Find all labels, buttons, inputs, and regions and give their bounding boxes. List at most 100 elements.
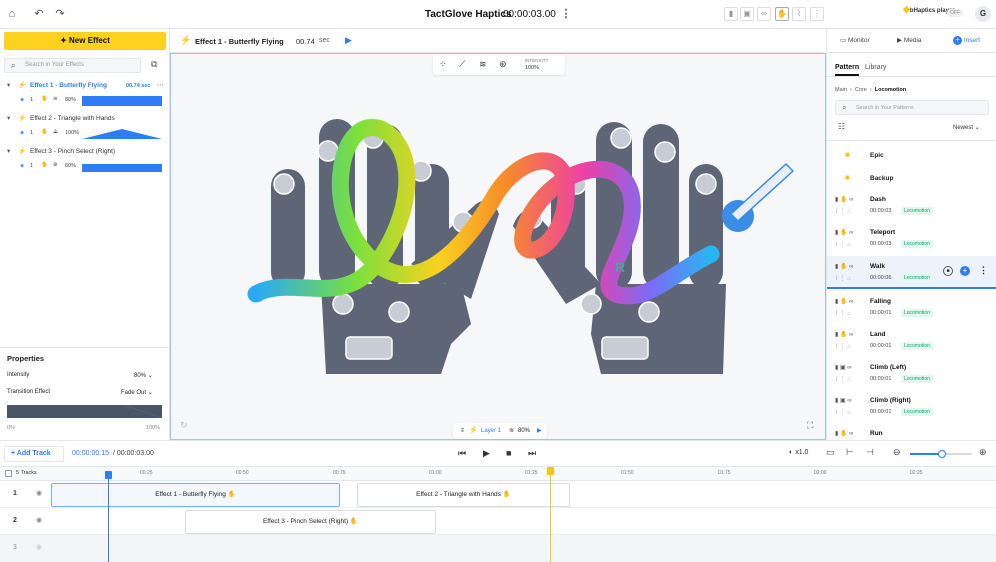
pattern-item[interactable]: ▮ ✋ ∞ ⌇ ⋮ ⌂ Land 00:00:01 Locomotion <box>827 324 996 357</box>
avatar[interactable]: G <box>975 6 991 22</box>
eye-icon[interactable]: ◉ <box>36 516 42 524</box>
timeline-clip[interactable]: Effect 1 - Butterfly Flying ✋ <box>51 483 340 507</box>
tab-insert[interactable]: + Insert <box>953 36 980 45</box>
collapse-icon[interactable]: ▾ <box>7 112 10 126</box>
snap-end-icon[interactable]: ⊣ <box>866 447 874 458</box>
effect-item[interactable]: ▾ ⚡ Effect 3 - Pinch Select (Right) <box>0 145 170 159</box>
playhead[interactable] <box>105 471 112 562</box>
fullscreen-icon[interactable]: ⛶ <box>807 420 813 431</box>
folder-item[interactable]: ■ Backup <box>827 166 996 189</box>
chevron-down-icon: ⌄ <box>147 390 153 396</box>
tab-media[interactable]: ▶ Media <box>897 36 922 44</box>
folder-item[interactable]: ■ Epic <box>827 143 996 166</box>
add-folder-icon[interactable]: ⧉ <box>151 59 157 70</box>
zoom-slider-handle[interactable] <box>938 450 946 458</box>
more-vertical-icon[interactable]: ⋮ <box>560 8 572 20</box>
select-all-checkbox[interactable] <box>5 470 12 477</box>
pattern-search[interactable]: ⌕ Search in Your Patterns <box>835 100 989 115</box>
effect-item[interactable]: ▾ ⚡ Effect 2 - Triangle with Hands <box>0 112 170 126</box>
timeline-ruler[interactable]: 5 Tracks 00:25 00:50 00:75 01:00 01:25 0… <box>0 467 996 481</box>
preview-icon[interactable]: ▭ <box>826 447 835 458</box>
category-badge: Locomotion <box>901 309 933 317</box>
layer-label: Layer 1 <box>481 428 502 434</box>
category-badge: Locomotion <box>901 207 933 215</box>
glove-canvas[interactable]: ⁘ ⟋ ≋ ⊛ INTENSITY 100% R ↻ ⛶ ⇕ ⚡ Layer 1… <box>170 53 826 440</box>
redo-icon[interactable]: ↷ <box>54 8 66 20</box>
layers-icon: ◈ <box>20 97 25 103</box>
top-bar: ⌂ ↶ ↷ TactGlove Haptics 00:00:03.00 ⋮ ▮ … <box>0 0 996 29</box>
new-effect-button[interactable]: ✦ New Effect <box>4 32 166 50</box>
add-pattern-icon[interactable]: + <box>960 266 970 276</box>
add-track-button[interactable]: + Add Track <box>4 446 64 462</box>
pattern-item-selected[interactable]: ▮ ✋ ∞ ⌇ ⋮ ⌂ Walk 00:00:06 Locomotion ■ + … <box>827 256 996 289</box>
effect-layer-row[interactable]: ◈ 1 ✋ ≋ 80% <box>0 94 170 108</box>
device-icons: ▮ ✋ ∞ <box>835 230 854 236</box>
wave-icon: ≋ <box>53 96 58 102</box>
vest-icon[interactable]: ▮ <box>724 7 738 21</box>
effect-item[interactable]: ▾ ⚡ Effect 1 - Butterfly Flying 00.74 se… <box>0 79 170 93</box>
snap-start-icon[interactable]: ⊢ <box>846 447 854 458</box>
transition-graph[interactable] <box>7 405 162 418</box>
bolt-icon: ⚡ <box>180 35 192 45</box>
glove-icon: ✋ <box>41 162 48 168</box>
intensity-dropdown[interactable]: 80% ⌄ <box>134 372 153 379</box>
collapse-icon[interactable]: ▾ <box>7 79 10 93</box>
play-icon[interactable]: ▶ <box>483 448 490 459</box>
pattern-item[interactable]: ▮ ✋ ∞ Run <box>827 423 996 440</box>
speed-control[interactable]: ◐ x1.0 <box>789 449 808 456</box>
timeline-clip[interactable]: Effect 2 - Triangle with Hands ✋ <box>357 483 570 507</box>
zoom-slider[interactable] <box>910 450 972 458</box>
timeline-toolbar: + Add Track 00:00:00.15 / 00:00:03.00 ⏮ … <box>0 440 996 467</box>
pattern-item[interactable]: ▮ ✋ ∞ ⌇ ⋮ ⌂ Teleport 00:00:03 Locomotion <box>827 222 996 255</box>
effect-title: Effect 1 - Butterfly Flying <box>195 37 284 46</box>
visor-icon[interactable]: ∞ <box>757 7 771 21</box>
filter-icon[interactable]: ☷ <box>838 122 845 131</box>
timeline-clip[interactable]: Effect 3 - Pinch Select (Right) ✋ <box>185 510 436 534</box>
subtab-pattern[interactable]: Pattern <box>835 64 860 76</box>
player-status-toggle[interactable]: OFF <box>947 9 963 17</box>
collapse-icon[interactable]: ▾ <box>7 145 10 159</box>
zoom-in-icon[interactable]: ⊕ <box>979 447 987 458</box>
tactosy-icon[interactable]: ▣ <box>740 7 754 21</box>
more-vertical-icon[interactable]: ⋮ <box>979 265 988 276</box>
search-icon: ⌕ <box>11 61 16 70</box>
effects-search-input[interactable]: Search in Your Effects <box>25 62 84 68</box>
pattern-search-input[interactable]: Search in Your Patterns <box>856 105 914 111</box>
tracks-count: 5 Tracks <box>16 470 37 476</box>
transition-dropdown[interactable]: Fade Out ⌄ <box>121 389 153 396</box>
play-icon[interactable]: ▶ <box>537 423 542 439</box>
skip-forward-icon[interactable]: ⏭ <box>528 448 536 459</box>
track-row: 1 ◉ Effect 1 - Butterfly Flying ✋ Effect… <box>0 481 996 508</box>
pattern-item[interactable]: ▮ ▣ ∞ ⌇ ⋮ ⌂ Climb (Right) 00:00:01 Locomo… <box>827 390 996 423</box>
eye-icon[interactable]: ◉ <box>36 489 42 497</box>
play-icon[interactable]: ▶ <box>345 35 352 46</box>
end-marker[interactable] <box>547 467 554 562</box>
eye-icon[interactable]: ◉ <box>36 543 42 551</box>
effects-search[interactable]: ⌕ Search in Your Effects <box>4 58 141 73</box>
layer-selector[interactable]: ⇕ ⚡ Layer 1 ≋ 80% ▶ <box>453 423 547 439</box>
sort-dropdown[interactable]: Newest ⌄ <box>953 124 980 131</box>
stop-icon[interactable]: ■ <box>506 448 511 458</box>
skip-back-icon[interactable]: ⏮ <box>458 448 466 459</box>
folder-icon: ■ <box>845 173 850 182</box>
duration-value[interactable]: 00.74 <box>296 37 315 46</box>
home-icon[interactable]: ⌂ <box>6 8 18 20</box>
arm-icon[interactable]: ⌇ <box>792 7 806 21</box>
reset-icon[interactable]: ↻ <box>180 420 188 431</box>
stop-icon[interactable]: ■ <box>943 266 953 276</box>
subtab-library[interactable]: Library <box>865 64 886 71</box>
device-icons: ▮ ✋ ∞ <box>835 197 854 203</box>
zoom-out-icon[interactable]: ⊖ <box>893 447 901 458</box>
effect-layer-row[interactable]: ◈ 1 ✋ ⟁ 100% <box>0 127 170 141</box>
device-icons: ▮ ✋ ∞ <box>835 299 854 305</box>
pattern-item[interactable]: ▮ ▣ ∞ ⌇ ⋮ ⌂ Climb (Left) 00:00:01 Locomot… <box>827 357 996 390</box>
effect-layer-row[interactable]: ◈ 1 ✋ ⊛ 60% <box>0 160 170 174</box>
pattern-item[interactable]: ▮ ✋ ∞ ⌇ ⋮ ⌂ Dash 00:00:03 Locomotion <box>827 189 996 222</box>
more-icon[interactable]: ⋯ <box>157 79 164 93</box>
undo-icon[interactable]: ↶ <box>33 8 45 20</box>
pattern-item[interactable]: ▮ ✋ ∞ ⌇ ⋮ ⌂ Falling 00:00:01 Locomotion <box>827 291 996 324</box>
feet-icon[interactable]: ⋮ <box>810 7 824 21</box>
tab-monitor[interactable]: ▭ Monitor <box>840 36 870 44</box>
glove-icon[interactable]: ✋ <box>775 7 789 21</box>
bolt-icon: ⚡ <box>18 115 27 122</box>
